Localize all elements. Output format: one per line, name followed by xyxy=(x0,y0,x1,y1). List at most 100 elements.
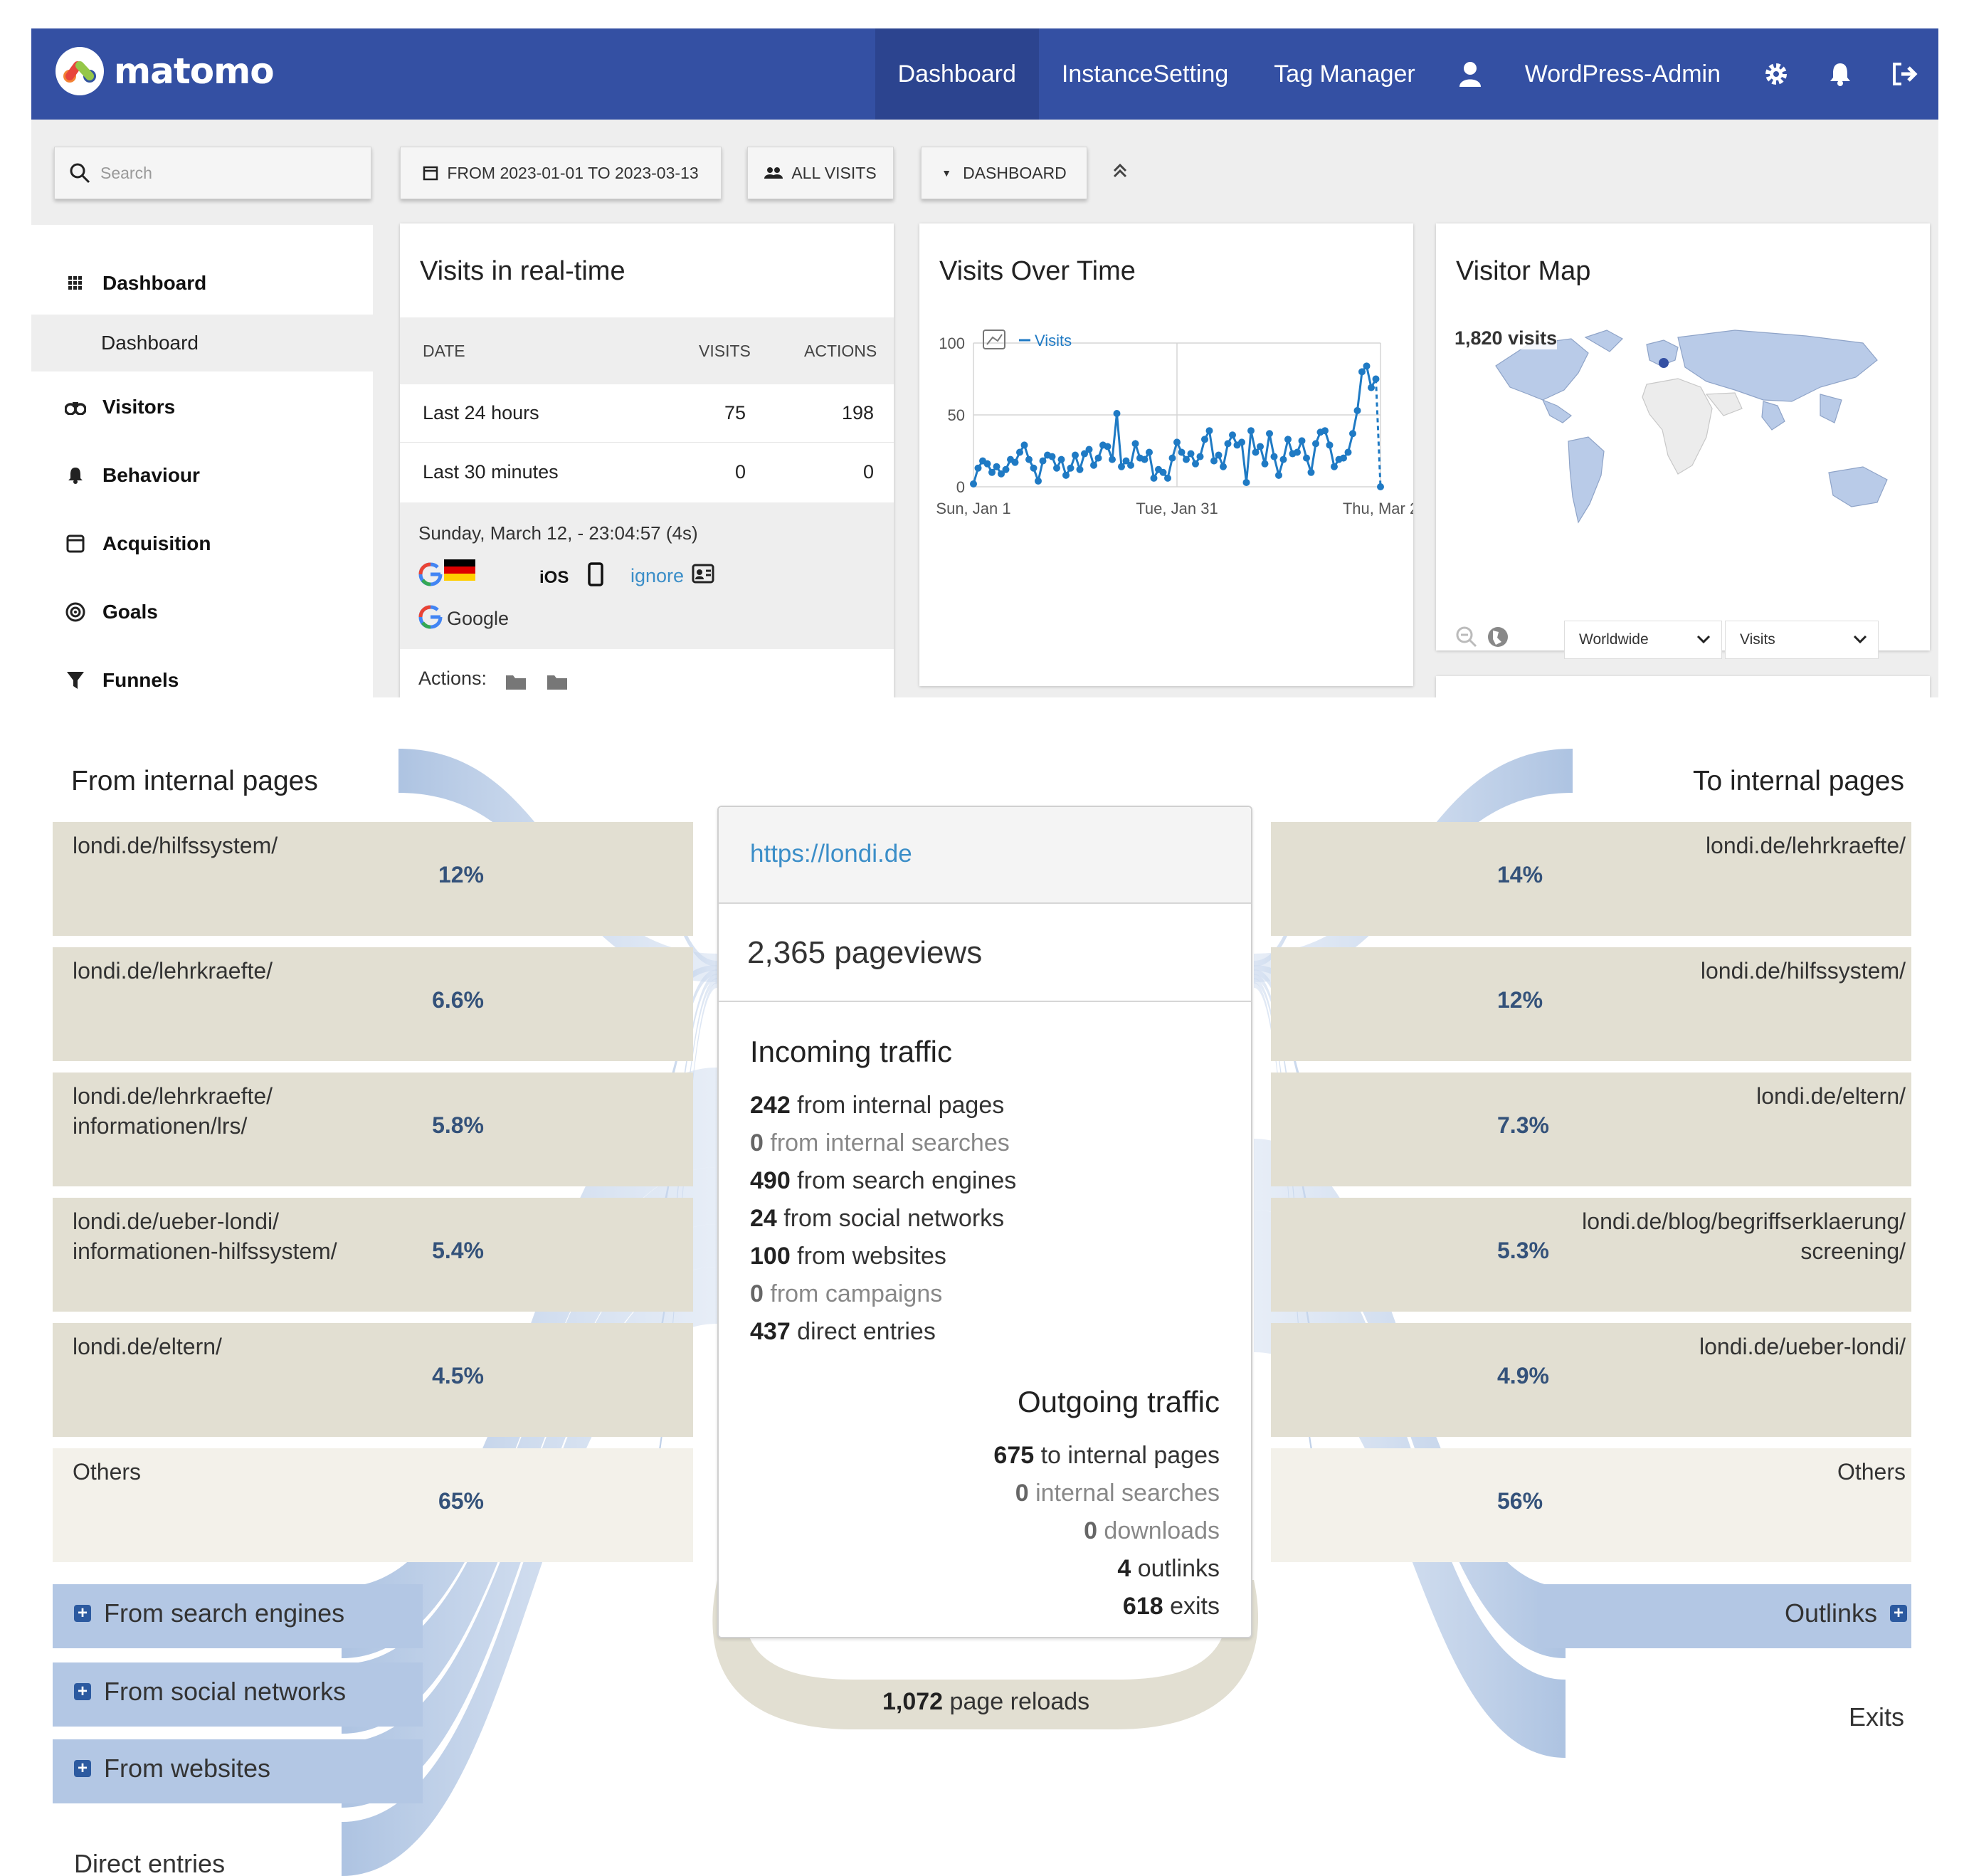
data-point[interactable] xyxy=(1247,427,1255,435)
metric-select[interactable]: Visits xyxy=(1725,621,1879,659)
sidebar-item-dashboard[interactable]: Dashboard xyxy=(31,255,373,312)
nav-instance-setting[interactable]: InstanceSetting xyxy=(1039,28,1251,120)
data-point[interactable] xyxy=(1048,453,1056,460)
data-point[interactable] xyxy=(1377,483,1384,490)
data-point[interactable] xyxy=(1150,474,1158,482)
data-point[interactable] xyxy=(1238,438,1245,446)
nav-wordpress-admin[interactable]: WordPress-Admin xyxy=(1502,28,1743,120)
data-point[interactable] xyxy=(1173,438,1181,446)
dashboard-menu-button[interactable]: ▼ DASHBOARD xyxy=(921,147,1087,199)
data-point[interactable] xyxy=(1113,409,1121,417)
data-point[interactable] xyxy=(1372,375,1380,383)
sidebar-item-goals[interactable]: Goals xyxy=(31,584,373,641)
data-point[interactable] xyxy=(1307,468,1315,476)
data-point[interactable] xyxy=(1224,440,1232,448)
date-range-button[interactable]: FROM 2023-01-01 TO 2023-03-13 xyxy=(400,147,722,199)
data-point[interactable] xyxy=(1252,448,1260,456)
data-point[interactable] xyxy=(1358,368,1366,376)
data-point[interactable] xyxy=(1303,454,1310,462)
data-point[interactable] xyxy=(1053,464,1060,472)
folder-icon[interactable] xyxy=(505,673,527,694)
data-point[interactable] xyxy=(1183,455,1190,463)
world-map[interactable] xyxy=(1436,316,1930,551)
collapse-chevron-icon[interactable] xyxy=(1112,162,1129,184)
data-point[interactable] xyxy=(1279,455,1287,463)
data-point[interactable] xyxy=(1159,468,1167,476)
data-point[interactable] xyxy=(1321,427,1329,435)
sidebar-subitem-dashboard[interactable]: Dashboard xyxy=(31,315,373,371)
data-point[interactable] xyxy=(1072,451,1079,459)
data-point[interactable] xyxy=(1127,461,1134,469)
data-point[interactable] xyxy=(1242,478,1250,486)
data-point[interactable] xyxy=(1331,463,1338,470)
user-icon[interactable] xyxy=(1438,28,1502,120)
folder-icon[interactable] xyxy=(547,673,568,694)
nav-tag-manager[interactable]: Tag Manager xyxy=(1251,28,1437,120)
data-point[interactable] xyxy=(1261,460,1269,468)
data-point[interactable] xyxy=(1363,362,1371,370)
data-point[interactable] xyxy=(1011,458,1019,466)
data-point[interactable] xyxy=(1025,455,1033,463)
data-point[interactable] xyxy=(1020,441,1028,449)
gear-icon[interactable] xyxy=(1743,28,1809,120)
data-point[interactable] xyxy=(1201,436,1208,443)
data-point[interactable] xyxy=(1340,454,1347,462)
data-point[interactable] xyxy=(1067,464,1075,472)
data-point[interactable] xyxy=(1131,440,1139,448)
data-point[interactable] xyxy=(1368,384,1375,391)
data-point[interactable] xyxy=(1257,443,1264,450)
data-point[interactable] xyxy=(1196,453,1204,460)
data-point[interactable] xyxy=(1039,457,1047,465)
data-point[interactable] xyxy=(1210,457,1218,465)
matomo-logo[interactable]: matomo xyxy=(56,47,275,95)
region-select[interactable]: Worldwide xyxy=(1564,621,1722,659)
data-point[interactable] xyxy=(1016,448,1023,456)
chart-type-icon[interactable] xyxy=(983,330,1005,349)
visitor-profile-icon[interactable] xyxy=(692,564,714,587)
data-point[interactable] xyxy=(1146,448,1153,456)
data-point[interactable] xyxy=(1168,454,1176,462)
data-point[interactable] xyxy=(983,460,991,468)
sidebar-item-acquisition[interactable]: Acquisition xyxy=(31,515,373,572)
data-point[interactable] xyxy=(970,480,977,488)
outlinks[interactable]: Outlinks + xyxy=(1785,1598,1907,1628)
data-point[interactable] xyxy=(1298,437,1306,445)
data-point[interactable] xyxy=(1002,465,1010,473)
data-point[interactable] xyxy=(1215,451,1223,459)
data-point[interactable] xyxy=(1349,430,1356,438)
data-point[interactable] xyxy=(1326,441,1334,449)
sidebar-item-behaviour[interactable]: Behaviour xyxy=(31,447,373,504)
sidebar-item-visitors[interactable]: Visitors xyxy=(31,379,373,436)
data-point[interactable] xyxy=(1094,454,1102,462)
from-social-networks[interactable]: + From social networks xyxy=(74,1677,346,1707)
from-websites[interactable]: + From websites xyxy=(74,1754,270,1783)
data-point[interactable] xyxy=(1187,450,1195,458)
search-input[interactable]: Search xyxy=(54,147,371,199)
data-point[interactable] xyxy=(1266,430,1273,438)
data-point[interactable] xyxy=(974,464,982,472)
data-point[interactable] xyxy=(1076,465,1084,473)
data-point[interactable] xyxy=(1104,443,1112,450)
data-point[interactable] xyxy=(1141,455,1149,463)
data-point[interactable] xyxy=(993,463,1001,470)
data-point[interactable] xyxy=(1109,455,1116,463)
bell-icon[interactable] xyxy=(1809,28,1871,120)
data-point[interactable] xyxy=(1178,448,1186,456)
data-point[interactable] xyxy=(1229,431,1236,439)
data-point[interactable] xyxy=(1090,461,1097,469)
data-point[interactable] xyxy=(1030,464,1038,472)
data-point[interactable] xyxy=(1118,463,1125,470)
sidebar-item-funnels[interactable]: Funnels xyxy=(31,652,373,697)
nav-dashboard[interactable]: Dashboard xyxy=(875,28,1039,120)
data-point[interactable] xyxy=(1270,453,1278,460)
logout-icon[interactable] xyxy=(1871,28,1938,120)
data-point[interactable] xyxy=(1353,406,1361,414)
data-point[interactable] xyxy=(1205,427,1213,435)
data-point[interactable] xyxy=(1085,446,1093,453)
data-point[interactable] xyxy=(1275,471,1282,479)
data-point[interactable] xyxy=(1344,448,1352,456)
data-point[interactable] xyxy=(1035,477,1042,485)
data-point[interactable] xyxy=(1057,455,1065,463)
globe-icon[interactable] xyxy=(1486,625,1510,653)
data-point[interactable] xyxy=(1164,474,1171,482)
